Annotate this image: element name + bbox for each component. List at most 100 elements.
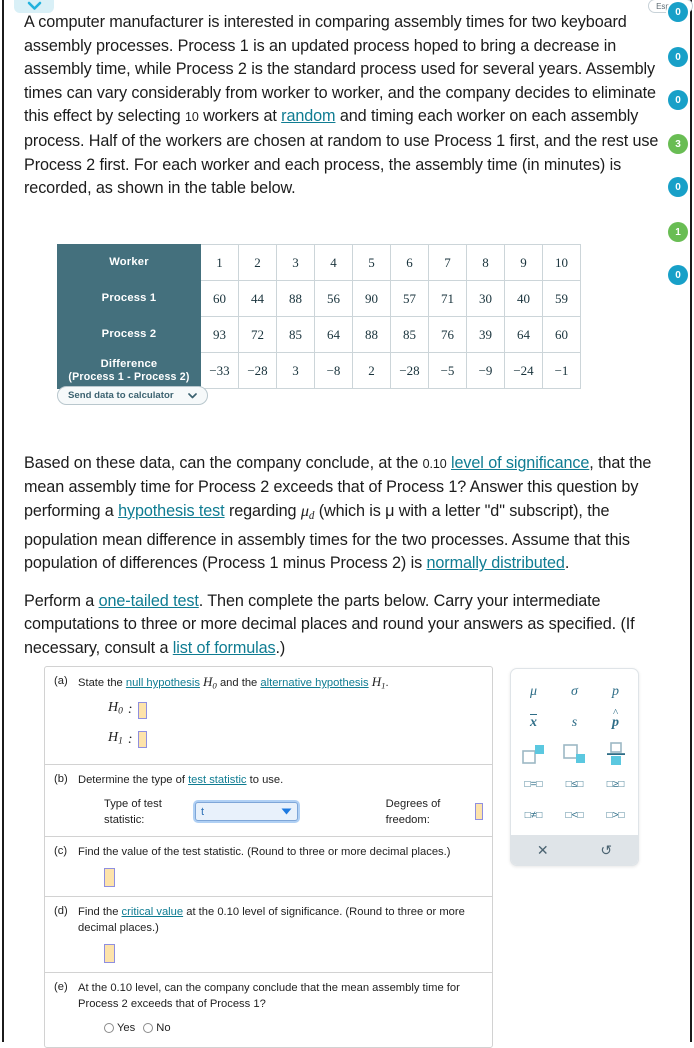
keypad-footer: ✕ ↺	[511, 835, 638, 865]
sigma-key[interactable]: σ	[554, 676, 595, 707]
p-key[interactable]: p	[595, 676, 636, 707]
greater-equal-key[interactable]: □≥□	[595, 769, 636, 800]
part-b-text-1: Determine the type of	[78, 773, 189, 786]
part-c: (c) Find the value of the test statistic…	[45, 835, 492, 896]
cell: −1	[542, 352, 581, 389]
degrees-of-freedom-input[interactable]	[475, 803, 483, 821]
part-a-text-3: .	[385, 677, 389, 689]
cell: 85	[276, 316, 315, 353]
h1-answer-input[interactable]	[137, 731, 147, 749]
cell: 3	[276, 244, 315, 281]
link-hypothesis-test[interactable]: hypothesis test	[118, 502, 225, 520]
cell: 60	[542, 316, 581, 353]
cell: −28	[390, 352, 429, 389]
cell: 57	[390, 280, 429, 317]
cell: −9	[466, 352, 505, 389]
score-badge: 0	[668, 2, 688, 22]
clear-icon[interactable]: ✕	[511, 842, 575, 859]
equals-key[interactable]: □=□	[513, 769, 554, 800]
part-c-label: (c)	[54, 844, 68, 857]
worker-count: 10	[184, 110, 199, 125]
link-one-tailed-test[interactable]: one-tailed test	[99, 592, 199, 610]
radio-option-no[interactable]: No	[143, 1020, 171, 1036]
cell: 71	[428, 280, 467, 317]
part-a-label: (a)	[54, 675, 68, 687]
score-badge: 3	[668, 134, 688, 154]
test-statistic-select[interactable]: t	[195, 802, 298, 822]
link-list-of-formulas[interactable]: list of formulas	[173, 639, 276, 657]
part-e: (e) At the 0.10 level, can the company c…	[45, 971, 492, 1047]
part-a-text-1: State the	[78, 677, 126, 689]
part-a: (a) State the null hypothesis H0 and the…	[45, 667, 492, 764]
conclusion-radio-group: Yes No	[78, 1012, 483, 1039]
send-data-to-calculator-button[interactable]: Send data to calculator	[57, 386, 208, 405]
cell: 3	[276, 352, 315, 389]
less-than-key[interactable]: □<□	[554, 800, 595, 831]
superscript-key[interactable]	[513, 738, 554, 769]
cell: 64	[504, 316, 543, 353]
critical-value-answer-input[interactable]	[104, 943, 115, 963]
h0-symbol: H0	[108, 700, 123, 718]
link-null-hypothesis[interactable]: null hypothesis	[126, 677, 200, 689]
link-random[interactable]: random	[281, 107, 335, 125]
subscript-key[interactable]	[554, 738, 595, 769]
part-d-prompt: Find the critical value at the 0.10 leve…	[78, 904, 483, 936]
answer-form: (a) State the null hypothesis H0 and the…	[44, 666, 493, 1048]
link-alternative-hypothesis[interactable]: alternative hypothesis	[260, 677, 368, 689]
table-row-difference: Difference (Process 1 - Process 2) −33 −…	[57, 352, 581, 389]
chevron-down-icon	[187, 392, 197, 399]
test-statistic-row: Type of test statistic: t Degrees of fre…	[78, 796, 483, 828]
link-level-of-significance[interactable]: level of significance	[451, 454, 589, 472]
h1-inline-symbol: H1	[371, 674, 386, 691]
radio-yes-icon[interactable]	[104, 1022, 114, 1033]
test-statistic-answer-input[interactable]	[104, 867, 115, 887]
cell: 4	[314, 244, 353, 281]
xbar-key[interactable]: x	[513, 707, 554, 738]
less-equal-key[interactable]: □≤□	[554, 769, 595, 800]
phat-key[interactable]: ^ p	[595, 707, 636, 738]
test-statistic-label: Type of test statistic:	[104, 797, 162, 826]
row-label-worker: Worker	[57, 244, 201, 281]
cell: 10	[542, 244, 581, 281]
cell: −28	[238, 352, 277, 389]
cell: 2	[352, 352, 391, 389]
part-d-answer-row	[78, 936, 483, 964]
cell: −8	[314, 352, 353, 389]
h0-answer-input[interactable]	[137, 701, 147, 719]
cell: 7	[428, 244, 467, 281]
keypad-grid: μ σ p x s ^ p □=□ □≤□ □≥□ □≠□ □<□ □>□	[511, 669, 638, 835]
part-e-prompt: At the 0.10 level, can the company concl…	[78, 981, 460, 1010]
instructions-paragraph: Perform a one-tailed test. Then complete…	[24, 590, 670, 661]
part-b-prompt: Determine the type of test statistic to …	[78, 772, 483, 788]
cell: 90	[352, 280, 391, 317]
fraction-key[interactable]	[595, 738, 636, 769]
s-key[interactable]: s	[554, 707, 595, 738]
cell: 88	[352, 316, 391, 353]
undo-icon[interactable]: ↺	[575, 842, 639, 859]
instructions-text-3: .)	[275, 638, 286, 657]
part-d-label: (d)	[54, 904, 68, 917]
radio-no-icon[interactable]	[143, 1022, 154, 1033]
cell: 93	[200, 316, 239, 353]
link-normally-distributed[interactable]: normally distributed	[426, 554, 564, 572]
difference-label-line2: (Process 1 - Process 2)	[68, 370, 190, 383]
question-text-5: .	[564, 554, 570, 573]
link-critical-value[interactable]: critical value	[122, 906, 184, 918]
radio-option-yes[interactable]: Yes	[104, 1020, 135, 1036]
cell: 9	[504, 244, 543, 281]
mu-key[interactable]: μ	[513, 676, 554, 707]
greater-than-key[interactable]: □>□	[595, 800, 636, 831]
score-badge: 0	[668, 47, 688, 67]
part-c-prompt: Find the value of the test statistic. (R…	[78, 845, 451, 858]
part-a-prompt: State the null hypothesis H0 and the alt…	[78, 674, 483, 693]
row-label-process-1: Process 1	[57, 280, 201, 317]
cell: 39	[466, 316, 505, 353]
cell: −24	[504, 352, 543, 389]
link-test-statistic[interactable]: test statistic	[188, 774, 246, 786]
table-row-process1: Process 1 60 44 88 56 90 57 71 30 40 59	[57, 280, 581, 317]
h1-colon: :	[127, 731, 133, 747]
not-equal-key[interactable]: □≠□	[513, 800, 554, 831]
alpha-value: 0.10	[422, 456, 447, 471]
degrees-of-freedom-group: Degrees of freedom:	[386, 796, 483, 828]
h0-colon: :	[127, 702, 133, 718]
